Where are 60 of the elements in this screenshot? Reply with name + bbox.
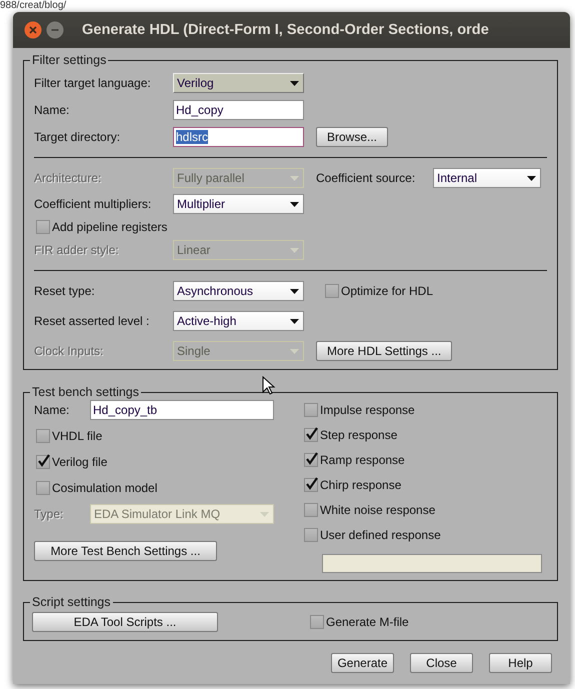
checkbox[interactable]: Impulse response: [304, 402, 415, 416]
check-icon: [305, 426, 319, 440]
checkbox[interactable]: VHDL file: [34, 429, 102, 443]
checkbox[interactable]: Verilog file: [34, 455, 108, 469]
text-field[interactable]: Hd_copy_tb: [90, 400, 274, 420]
text-field[interactable]: hdlsrc: [173, 127, 304, 147]
caret-icon: [290, 202, 299, 206]
button[interactable]: More HDL Settings ...: [316, 341, 452, 361]
button[interactable]: Browse...: [316, 127, 388, 147]
dropdown[interactable]: Verilog: [173, 73, 304, 93]
close-icon: [24, 21, 42, 39]
window-title: Generate HDL (Direct-Form I, Second-Order Sections, orde: [82, 22, 489, 38]
checkbox[interactable]: Cosimulation model: [34, 481, 158, 495]
dropdown[interactable]: Active-high: [173, 311, 304, 331]
field-label: Clock Inputs:: [34, 344, 104, 358]
check-icon: [305, 476, 319, 490]
field-label: Reset asserted level :: [34, 314, 150, 328]
text-field[interactable]: Hd_copy: [173, 100, 304, 120]
button[interactable]: Help: [489, 653, 552, 673]
caret-icon: [527, 176, 536, 180]
field-label: Name:: [34, 403, 70, 417]
checkbox[interactable]: Chirp response: [304, 478, 402, 492]
field-label: Coefficient source:: [316, 171, 416, 185]
mouse-pointer-icon: [262, 376, 276, 396]
group-legend: Filter settings: [30, 52, 108, 68]
check-icon: [305, 452, 319, 466]
dropdown[interactable]: Asynchronous: [173, 281, 304, 301]
group-legend: Test bench settings: [30, 384, 142, 400]
caret-icon: [290, 80, 299, 86]
minimize-icon: [46, 21, 64, 39]
checkbox[interactable]: Ramp response: [304, 452, 405, 466]
checkbox[interactable]: Step response: [304, 428, 398, 442]
dropdown[interactable]: Multiplier: [173, 194, 304, 214]
checkbox[interactable]: Add pipeline registers: [36, 220, 168, 234]
field-label: Coefficient multipliers:: [34, 197, 152, 211]
field-label: Filter target language:: [34, 76, 152, 90]
field-label: Name:: [34, 103, 70, 117]
field-label: FIR adder style:: [34, 243, 120, 257]
button[interactable]: Generate: [331, 653, 394, 673]
check-icon: [37, 454, 51, 468]
caret-icon: [290, 176, 299, 180]
checkbox[interactable]: User defined response: [304, 528, 441, 542]
caret-icon: [290, 288, 299, 294]
dropdown[interactable]: Internal: [433, 168, 541, 188]
button[interactable]: Close: [410, 653, 473, 673]
caret-icon: [290, 348, 299, 354]
checkbox[interactable]: White noise response: [304, 502, 436, 516]
address-text: 988/creat/blog/: [0, 0, 66, 11]
button[interactable]: EDA Tool Scripts ...: [32, 612, 218, 632]
field-label: Architecture:: [34, 171, 102, 185]
button[interactable]: More Test Bench Settings ...: [34, 541, 217, 561]
field-label: Reset type:: [34, 284, 96, 298]
caret-icon: [290, 318, 299, 324]
checkbox[interactable]: Generate M-file: [310, 615, 409, 629]
checkbox[interactable]: Optimize for HDL: [325, 284, 434, 298]
field-label: Type:: [34, 507, 64, 521]
caret-icon: [260, 512, 269, 516]
group-legend: Script settings: [30, 594, 113, 610]
caret-icon: [290, 248, 299, 252]
field-label: Target directory:: [34, 130, 122, 144]
